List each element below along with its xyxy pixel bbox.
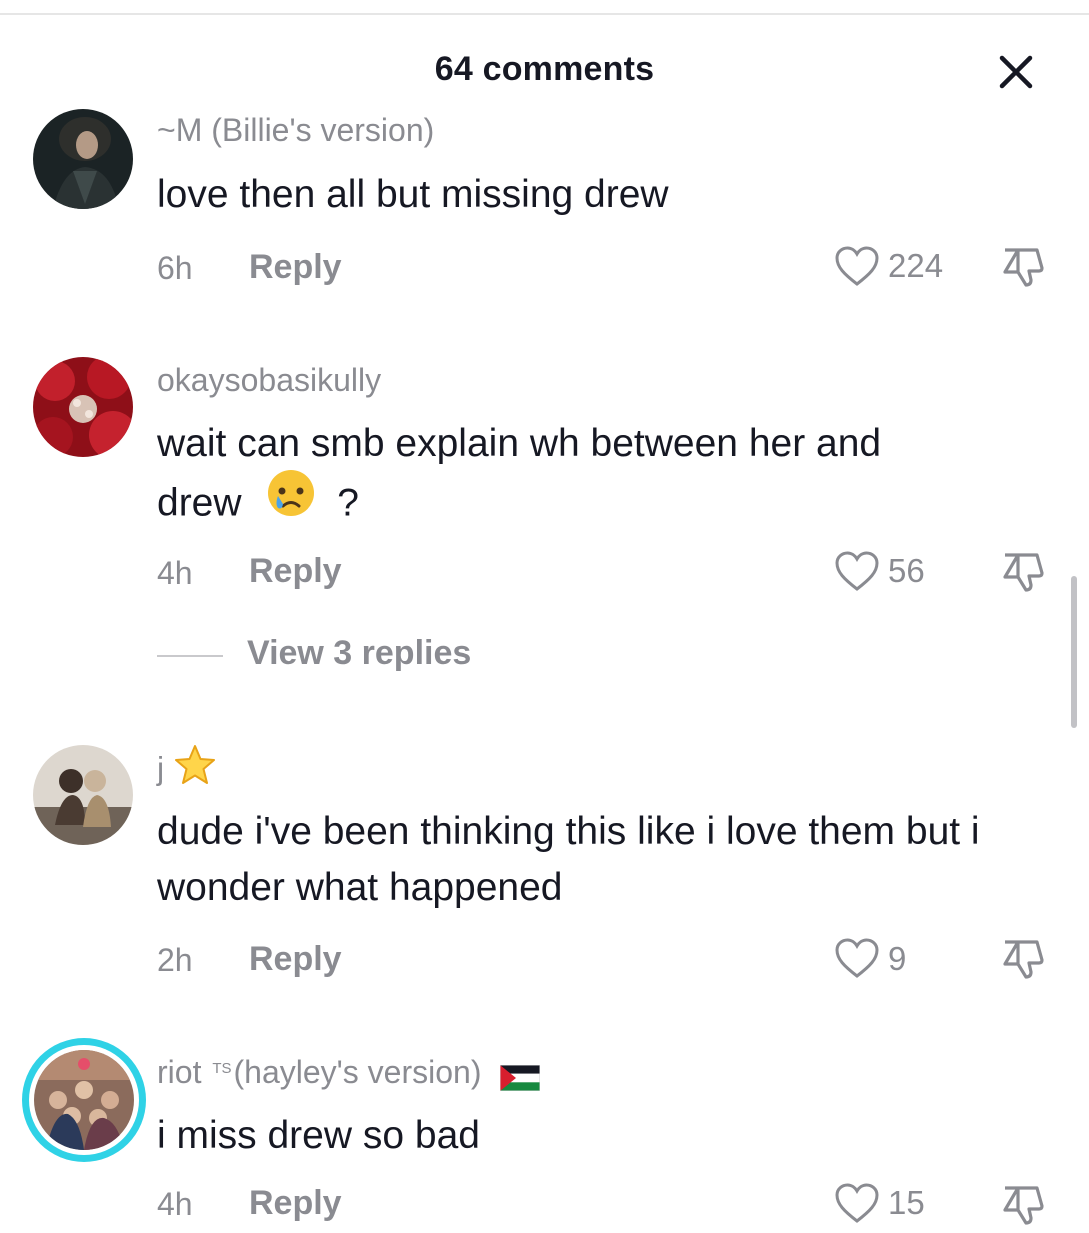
- thumbs-down-icon: [1003, 553, 1044, 592]
- reply-button[interactable]: Reply: [249, 940, 342, 979]
- avatar[interactable]: [33, 745, 133, 845]
- like-count: 15: [888, 1184, 925, 1221]
- dislike-button[interactable]: [1000, 936, 1046, 982]
- comment-text-fragment: drew: [157, 481, 242, 525]
- comment-text-line: drew ?: [157, 470, 1037, 538]
- comment-text-fragment: ?: [337, 481, 359, 525]
- comment-text: dude i've been thinking this like i love…: [157, 810, 980, 909]
- view-replies-divider: [157, 655, 223, 657]
- close-button[interactable]: [996, 52, 1036, 92]
- like-count: 56: [888, 552, 925, 589]
- avatar[interactable]: [22, 1038, 146, 1162]
- comment-time: 4h: [157, 1186, 193, 1222]
- like-button[interactable]: [834, 1182, 880, 1224]
- view-replies-button[interactable]: View 3 replies: [247, 634, 471, 673]
- comment-time: 6h: [157, 250, 193, 286]
- thumbs-down-icon: [1003, 1186, 1044, 1225]
- comment-text: love then all but missing drew: [157, 173, 669, 216]
- username-superscript: TS: [212, 1060, 232, 1077]
- thumbs-down-icon: [1003, 940, 1044, 979]
- reply-button[interactable]: Reply: [249, 248, 342, 287]
- comment-time: 2h: [157, 942, 193, 978]
- top-divider: [0, 13, 1089, 15]
- heart-outline-icon: [835, 938, 879, 978]
- comment-username[interactable]: okaysobasikully: [157, 362, 381, 399]
- comment-username[interactable]: riot TS(hayley's version): [157, 1054, 541, 1092]
- comment-username-text: j: [157, 750, 165, 787]
- reply-button[interactable]: Reply: [249, 1184, 342, 1223]
- close-icon: [999, 55, 1033, 89]
- like-count: 9: [888, 940, 907, 977]
- star-icon: [173, 744, 217, 794]
- avatar[interactable]: [33, 357, 133, 457]
- reply-button[interactable]: Reply: [249, 552, 342, 591]
- comment-time: 4h: [157, 555, 193, 591]
- heart-outline-icon: [835, 246, 879, 286]
- heart-outline-icon: [835, 551, 879, 591]
- scrollbar-thumb[interactable]: [1071, 576, 1077, 728]
- comments-count-title: 64 comments: [434, 50, 655, 88]
- comment-username[interactable]: ~M (Billie's version): [157, 112, 434, 149]
- dislike-button[interactable]: [1000, 549, 1046, 595]
- like-button[interactable]: [834, 245, 880, 287]
- comment-text: wait can smb explain wh between her and …: [157, 416, 1037, 538]
- heart-outline-icon: [835, 1183, 879, 1223]
- thumbs-down-icon: [1003, 248, 1044, 287]
- sad-but-relieved-face-icon: [266, 468, 316, 534]
- comment-text: i miss drew so bad: [157, 1114, 480, 1157]
- comment-text-line: wait can smb explain wh between her and: [157, 422, 882, 465]
- like-count: 224: [888, 247, 944, 284]
- flag-palestine-icon: [499, 1062, 541, 1092]
- like-button[interactable]: [834, 550, 880, 592]
- comment-username-text: riot: [157, 1054, 202, 1090]
- avatar[interactable]: [33, 109, 133, 209]
- comment-username-text: (hayley's version): [233, 1054, 482, 1090]
- dislike-button[interactable]: [1000, 244, 1046, 290]
- like-button[interactable]: [834, 937, 880, 979]
- comment-username[interactable]: j: [157, 744, 217, 796]
- dislike-button[interactable]: [1000, 1182, 1046, 1228]
